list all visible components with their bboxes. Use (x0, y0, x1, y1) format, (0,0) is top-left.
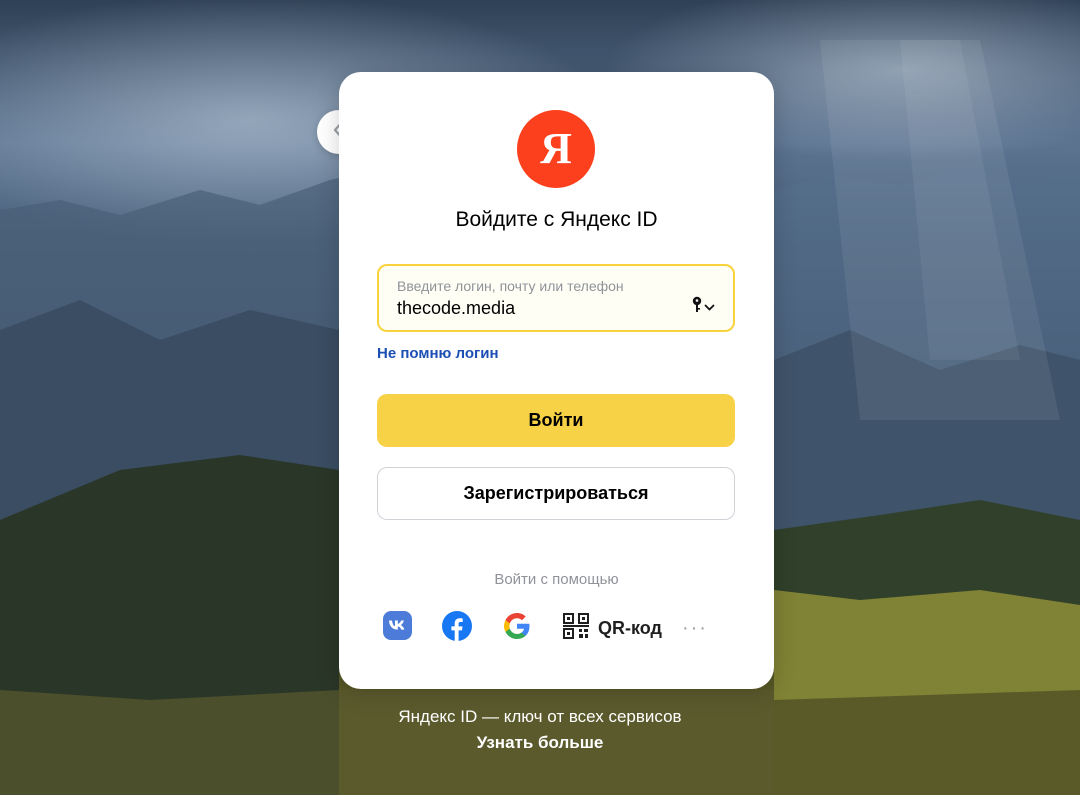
chevron-down-icon (704, 299, 715, 317)
page-title: Войдите с Яндекс ID (455, 208, 658, 231)
social-login-caption: Войти с помощью (494, 571, 619, 588)
key-icon (692, 296, 702, 319)
vk-login-button[interactable] (381, 611, 413, 645)
yandex-logo: Я (517, 110, 595, 188)
learn-more-link[interactable]: Узнать больше (477, 733, 604, 753)
password-manager-dropdown[interactable] (692, 296, 715, 319)
login-card: Я Войдите с Яндекс ID Введите логин, поч… (339, 72, 774, 689)
more-options-icon[interactable]: ··· (682, 617, 708, 640)
google-icon (502, 611, 532, 646)
qr-icon (563, 612, 589, 644)
register-button[interactable]: Зарегистрироваться (377, 467, 735, 520)
login-input-value[interactable]: thecode.media (397, 298, 515, 319)
yandex-logo-letter: Я (540, 124, 572, 173)
facebook-login-button[interactable] (441, 610, 473, 646)
social-login-row: QR-код ··· (381, 610, 708, 646)
forgot-login-link[interactable]: Не помню логин (377, 345, 499, 362)
vk-icon (382, 611, 412, 645)
google-login-button[interactable] (501, 612, 533, 644)
login-input-placeholder: Введите логин, почту или телефон (397, 278, 624, 294)
footer-tagline: Яндекс ID — ключ от всех сервисов (398, 707, 682, 726)
qr-login-button[interactable]: QR-код (563, 612, 662, 644)
qr-login-label: QR-код (598, 617, 662, 638)
facebook-icon (442, 610, 472, 646)
footer: Яндекс ID — ключ от всех сервисов Узнать… (0, 707, 1080, 753)
login-button[interactable]: Войти (377, 394, 735, 447)
login-input[interactable]: Введите логин, почту или телефон thecode… (377, 264, 735, 332)
